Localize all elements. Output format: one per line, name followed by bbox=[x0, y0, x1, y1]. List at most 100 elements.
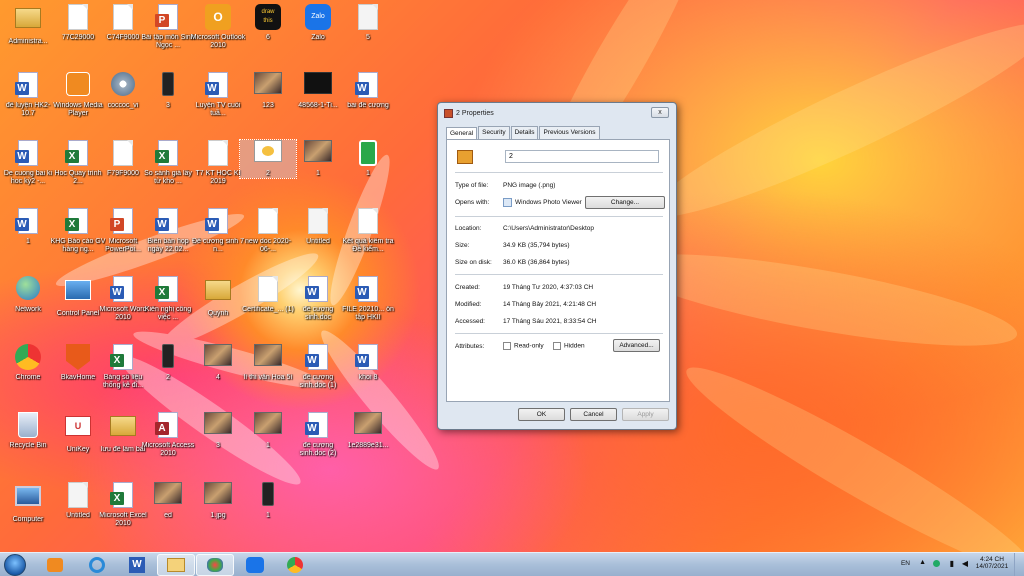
desktop-icon[interactable]: Computer bbox=[0, 482, 56, 524]
desktop-icon[interactable]: 2 bbox=[239, 139, 297, 179]
hidden-label: Hidden bbox=[564, 342, 585, 350]
desktop-icon[interactable]: Administra... bbox=[0, 4, 56, 46]
desktop-icon[interactable]: 3 bbox=[190, 412, 246, 450]
wmp-taskbar-icon[interactable] bbox=[36, 554, 74, 576]
desktop-icon-label: Recycle Bin bbox=[9, 442, 47, 449]
desktop-icon[interactable]: W1 bbox=[0, 208, 56, 246]
drawthis-icon: draw this bbox=[254, 4, 282, 32]
desktop-icon[interactable]: Kết quả kiểm tra Đề kiểm... bbox=[340, 208, 396, 254]
chrome-taskbar-icon[interactable] bbox=[276, 554, 314, 576]
ok-button[interactable]: OK bbox=[518, 408, 565, 421]
network-icon[interactable]: ▮ bbox=[950, 559, 954, 568]
desktop-icon[interactable]: Wđề luyện HK2-10.7 bbox=[0, 72, 56, 118]
desktop-icon[interactable]: Untitled bbox=[290, 208, 346, 246]
desktop-icon[interactable]: T7 KT HỌC KÌ 2019 bbox=[190, 140, 246, 186]
desktop-icon-label: Zalo bbox=[311, 34, 325, 41]
desktop-icon[interactable]: Wđề cương sinh.doc bbox=[290, 276, 346, 322]
desktop-icon[interactable]: 4 bbox=[190, 344, 246, 382]
zalo-taskbar-icon[interactable] bbox=[236, 554, 274, 576]
tab-strip: General Security Details Previous Versio… bbox=[438, 126, 676, 140]
desktop-icon[interactable]: O Microsoft Outlook 2010 bbox=[190, 4, 246, 50]
desktop-icon[interactable]: Zalo Zalo bbox=[290, 4, 346, 42]
advanced-button[interactable]: Advanced... bbox=[613, 339, 660, 352]
desktop-icon[interactable]: Wkhoi 8 bbox=[340, 344, 396, 382]
desktop-icon[interactable]: W De cuong bai ki hoc kỳ2 -... bbox=[0, 140, 56, 186]
recycle-icon bbox=[14, 412, 42, 440]
word-icon: W bbox=[14, 208, 42, 236]
dialog-titlebar[interactable]: 2 Properties x bbox=[438, 103, 676, 123]
desktop-icon[interactable]: X Kiến nghị công việc ... bbox=[140, 276, 196, 322]
hidden-checkbox[interactable] bbox=[553, 342, 561, 350]
image-file-icon bbox=[444, 108, 453, 118]
photo-icon bbox=[254, 72, 282, 100]
readonly-checkbox-group[interactable]: Read-only bbox=[503, 342, 544, 350]
desktop-icon[interactable]: 1 bbox=[340, 140, 396, 178]
desktop-icon[interactable]: W FILE 20210... ôn tập HKII bbox=[340, 276, 396, 322]
show-hidden-icons[interactable]: ▲ bbox=[919, 559, 926, 566]
explorer-taskbar-icon[interactable] bbox=[157, 554, 195, 576]
desktop-icon[interactable]: 1 bbox=[290, 140, 346, 178]
dialog-title: 2 Properties bbox=[456, 109, 494, 117]
desktop-icon-label: Untitled bbox=[306, 238, 330, 245]
hidden-checkbox-group[interactable]: Hidden bbox=[553, 342, 585, 350]
desktop-icon[interactable]: Recycle Bin bbox=[0, 412, 56, 450]
desktop-icon-label: Biên bản họp ngày 22.02... bbox=[147, 238, 189, 253]
desktop-icon[interactable]: W Luyện TV cuối tuầ... bbox=[190, 72, 246, 118]
desktop-icon[interactable]: 48568-1-Ti... bbox=[290, 72, 346, 110]
change-button[interactable]: Change... bbox=[585, 196, 665, 209]
desktop-icon[interactable]: W Biên bản họp ngày 22.02... bbox=[140, 208, 196, 254]
cancel-button[interactable]: Cancel bbox=[570, 408, 617, 421]
desktop-icon-label: đề cương sinh.doc (1) bbox=[299, 374, 337, 389]
file-name-field[interactable]: 2 bbox=[505, 150, 659, 163]
paint-taskbar-icon[interactable] bbox=[196, 554, 234, 576]
desktop-icon[interactable]: Quỳnh bbox=[190, 276, 246, 318]
desktop-icon-label: Microsoft Outlook 2010 bbox=[190, 34, 246, 49]
desktop-icon[interactable]: draw this 6 bbox=[240, 4, 296, 42]
desktop-icon[interactable]: 2 bbox=[140, 344, 196, 382]
show-desktop-button[interactable] bbox=[1014, 553, 1024, 576]
desktop-icon[interactable]: W Đề cương sinh 7 n... bbox=[190, 208, 246, 254]
desktop-icon[interactable]: Wđề cương sinh.doc (2) bbox=[290, 412, 346, 458]
close-button[interactable]: x bbox=[651, 107, 669, 118]
tab-previous-versions[interactable]: Previous Versions bbox=[539, 126, 600, 139]
desktop-icon[interactable]: Network bbox=[0, 276, 56, 314]
desktop-icon[interactable]: Wbai đề cương bbox=[340, 72, 396, 110]
desktop-icon[interactable]: 5 bbox=[340, 4, 396, 42]
desktop-icon[interactable]: 123 bbox=[240, 72, 296, 110]
desktop-icon[interactable]: 1 bbox=[240, 412, 296, 450]
desktop-icon-label: new doc 2020-06-... bbox=[245, 238, 291, 253]
ie-taskbar-icon[interactable] bbox=[78, 554, 116, 576]
word-icon: W bbox=[154, 208, 182, 236]
tab-details[interactable]: Details bbox=[510, 126, 539, 139]
language-indicator[interactable]: EN bbox=[901, 560, 910, 567]
tab-security[interactable]: Security bbox=[478, 126, 510, 139]
doc-icon bbox=[254, 208, 282, 236]
desktop-icon[interactable]: Certificate_... (1) bbox=[240, 276, 296, 314]
desktop-icon-label: De cuong bai ki hoc kỳ2 -... bbox=[3, 170, 53, 185]
desktop-icon[interactable]: 1e2889e31... bbox=[340, 412, 396, 450]
desktop-icon[interactable]: ed bbox=[140, 482, 196, 520]
desktop-icon-label: 1 bbox=[266, 512, 270, 519]
desktop-icon[interactable]: P Bài tập môn Sinh Ngọc ... bbox=[140, 4, 196, 50]
volume-icon[interactable]: ◀ bbox=[962, 559, 968, 568]
photo-viewer-icon bbox=[503, 198, 512, 207]
desktop-icon[interactable]: 3 bbox=[140, 72, 196, 110]
desktop-icon[interactable]: A Microsoft Access 2010 bbox=[140, 412, 196, 458]
sketch-icon bbox=[304, 208, 332, 236]
readonly-checkbox[interactable] bbox=[503, 342, 511, 350]
word-taskbar-icon[interactable]: W bbox=[118, 554, 156, 576]
excel-icon: X bbox=[154, 140, 182, 168]
clock[interactable]: 4:24 CH 14/07/2021 bbox=[974, 556, 1010, 570]
desktop-icon[interactable]: Chrome bbox=[0, 344, 56, 382]
desktop-icon[interactable]: Wđề cương sinh.doc (1) bbox=[290, 344, 346, 390]
desktop-icon[interactable]: lì thi văn Hoa 5ì bbox=[240, 344, 296, 382]
desktop-icon-label: Network bbox=[15, 306, 41, 313]
desktop-icon[interactable]: X So sánh giá lấy từ kho ... bbox=[140, 140, 196, 186]
apply-button[interactable]: Apply bbox=[622, 408, 669, 421]
size-value: 34.9 KB (35,794 bytes) bbox=[503, 242, 570, 249]
desktop-icon[interactable]: 1 bbox=[240, 482, 296, 520]
desktop-icon[interactable]: new doc 2020-06-... bbox=[240, 208, 296, 254]
desktop-icon[interactable]: 1.jpg bbox=[190, 482, 246, 520]
start-button[interactable] bbox=[4, 554, 26, 576]
desktop-icon-label: 6 bbox=[266, 34, 270, 41]
